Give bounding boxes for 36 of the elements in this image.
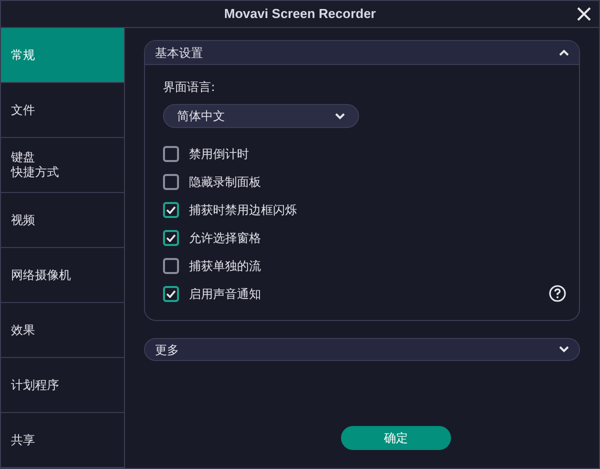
sidebar-item-label: 共享 [11, 432, 35, 448]
more-section-header[interactable]: 更多 [144, 338, 580, 361]
checkbox-label: 启用声音通知 [189, 286, 261, 302]
ok-button[interactable]: 确定 [341, 426, 451, 450]
help-icon[interactable] [549, 285, 566, 302]
checkbox[interactable] [163, 202, 179, 218]
sidebar-item[interactable]: 常规 [1, 28, 124, 83]
checkmark-icon [166, 290, 176, 298]
checkbox-label: 捕获单独的流 [189, 258, 261, 274]
sidebar-item-label: 效果 [11, 322, 35, 338]
sidebar-item-label: 视频 [11, 212, 35, 228]
sidebar-item-label: 快捷方式 [11, 165, 59, 180]
checkbox-label: 捕获时禁用边框闪烁 [189, 202, 297, 218]
checkbox-label: 隐藏录制面板 [189, 174, 261, 190]
chevron-icon [559, 49, 569, 56]
language-dropdown[interactable]: 简体中文 [163, 104, 359, 128]
window-title: Movavi Screen Recorder [224, 5, 376, 24]
checkbox-label: 禁用倒计时 [189, 146, 249, 162]
checkmark-icon [166, 234, 176, 242]
language-label: 界面语言: [163, 79, 216, 96]
checkbox[interactable] [163, 174, 179, 190]
checkmark-icon [166, 206, 176, 214]
checkbox[interactable] [163, 146, 179, 162]
sidebar-item-label: 计划程序 [11, 378, 59, 392]
chevron-icon [559, 346, 569, 353]
sidebar-item-label: 文件 [11, 102, 35, 118]
checkbox[interactable] [163, 230, 179, 246]
sidebar-item-label: 网络摄像机 [11, 268, 71, 282]
checkbox[interactable] [163, 258, 179, 274]
close-button[interactable] [575, 5, 593, 23]
section-header[interactable]: 基本设置 [145, 41, 579, 65]
sidebar-item-label: 常规 [11, 48, 35, 62]
checkbox-label: 允许选择窗格 [189, 230, 261, 246]
checkbox[interactable] [163, 286, 179, 302]
chevron-icon [335, 112, 345, 120]
sidebar-item-label: 键盘 [11, 150, 35, 165]
